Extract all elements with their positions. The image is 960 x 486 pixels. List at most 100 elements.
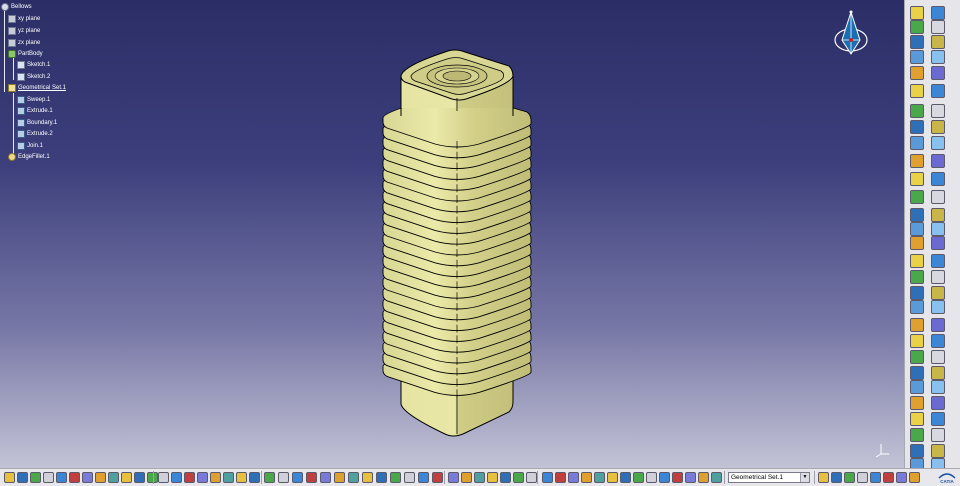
toolbar-tool-icon[interactable] bbox=[910, 154, 924, 168]
toolbar-command-icon[interactable] bbox=[896, 472, 907, 483]
toolbar-command-icon[interactable] bbox=[698, 472, 709, 483]
toolbar-command-icon[interactable] bbox=[171, 472, 182, 483]
toolbar-command-icon[interactable] bbox=[292, 472, 303, 483]
toolbar-command-icon[interactable] bbox=[348, 472, 359, 483]
toolbar-command-icon[interactable] bbox=[513, 472, 524, 483]
toolbar-command-icon[interactable] bbox=[659, 472, 670, 483]
toolbar-command-icon[interactable] bbox=[306, 472, 317, 483]
toolbar-tool-icon[interactable] bbox=[931, 104, 945, 118]
toolbar-command-icon[interactable] bbox=[594, 472, 605, 483]
toolbar-command-icon[interactable] bbox=[236, 472, 247, 483]
tree-node-yz-plane[interactable]: yz plane bbox=[8, 26, 40, 36]
toolbar-command-icon[interactable] bbox=[249, 472, 260, 483]
toolbar-command-icon[interactable] bbox=[17, 472, 28, 483]
toolbar-tool-icon[interactable] bbox=[931, 50, 945, 64]
toolbar-tool-icon[interactable] bbox=[910, 172, 924, 186]
toolbar-tool-icon[interactable] bbox=[931, 172, 945, 186]
toolbar-command-icon[interactable] bbox=[883, 472, 894, 483]
toolbar-command-icon[interactable] bbox=[607, 472, 618, 483]
toolbar-tool-icon[interactable] bbox=[931, 66, 945, 80]
toolbar-tool-icon[interactable] bbox=[910, 444, 924, 458]
toolbar-tool-icon[interactable] bbox=[931, 318, 945, 332]
tree-node-root[interactable]: Bellows bbox=[1, 2, 32, 12]
toolbar-tool-icon[interactable] bbox=[931, 236, 945, 250]
toolbar-command-icon[interactable] bbox=[500, 472, 511, 483]
toolbar-tool-icon[interactable] bbox=[931, 6, 945, 20]
toolbar-command-icon[interactable] bbox=[831, 472, 842, 483]
toolbar-command-icon[interactable] bbox=[474, 472, 485, 483]
tree-node-extrude-1[interactable]: Extrude.1 bbox=[17, 106, 53, 116]
toolbar-tool-icon[interactable] bbox=[910, 84, 924, 98]
toolbar-tool-icon[interactable] bbox=[910, 236, 924, 250]
toolbar-command-icon[interactable] bbox=[121, 472, 132, 483]
toolbar-command-icon[interactable] bbox=[461, 472, 472, 483]
toolbar-tool-icon[interactable] bbox=[910, 428, 924, 442]
toolbar-tool-icon[interactable] bbox=[910, 380, 924, 394]
toolbar-tool-icon[interactable] bbox=[910, 350, 924, 364]
toolbar-command-icon[interactable] bbox=[620, 472, 631, 483]
tree-node-sketch-2[interactable]: Sketch.2 bbox=[17, 72, 50, 82]
toolbar-tool-icon[interactable] bbox=[931, 270, 945, 284]
toolbar-command-icon[interactable] bbox=[672, 472, 683, 483]
toolbar-command-icon[interactable] bbox=[870, 472, 881, 483]
toolbar-tool-icon[interactable] bbox=[910, 190, 924, 204]
tree-node-zx-plane[interactable]: zx plane bbox=[8, 38, 40, 48]
toolbar-command-icon[interactable] bbox=[158, 472, 169, 483]
toolbar-tool-icon[interactable] bbox=[910, 334, 924, 348]
toolbar-tool-icon[interactable] bbox=[910, 66, 924, 80]
toolbar-command-icon[interactable] bbox=[197, 472, 208, 483]
toolbar-command-icon[interactable] bbox=[581, 472, 592, 483]
toolbar-tool-icon[interactable] bbox=[931, 208, 945, 222]
toolbar-command-icon[interactable] bbox=[223, 472, 234, 483]
toolbar-tool-icon[interactable] bbox=[931, 412, 945, 426]
toolbar-tool-icon[interactable] bbox=[910, 104, 924, 118]
toolbar-tool-icon[interactable] bbox=[931, 334, 945, 348]
toolbar-tool-icon[interactable] bbox=[910, 208, 924, 222]
toolbar-command-icon[interactable] bbox=[418, 472, 429, 483]
current-geometrical-set-select[interactable]: Geometrical Set.1 ▼ bbox=[728, 472, 810, 483]
toolbar-tool-icon[interactable] bbox=[931, 428, 945, 442]
toolbar-tool-icon[interactable] bbox=[910, 286, 924, 300]
toolbar-command-icon[interactable] bbox=[56, 472, 67, 483]
toolbar-tool-icon[interactable] bbox=[931, 35, 945, 49]
tree-node-geometrical-set[interactable]: Geometrical Set.1 bbox=[8, 83, 66, 93]
toolbar-tool-icon[interactable] bbox=[931, 254, 945, 268]
toolbar-command-icon[interactable] bbox=[818, 472, 829, 483]
toolbar-command-icon[interactable] bbox=[432, 472, 443, 483]
toolbar-command-icon[interactable] bbox=[404, 472, 415, 483]
toolbar-tool-icon[interactable] bbox=[910, 50, 924, 64]
toolbar-tool-icon[interactable] bbox=[931, 396, 945, 410]
toolbar-command-icon[interactable] bbox=[264, 472, 275, 483]
toolbar-command-icon[interactable] bbox=[542, 472, 553, 483]
tree-node-xy-plane[interactable]: xy plane bbox=[8, 14, 40, 24]
toolbar-tool-icon[interactable] bbox=[910, 412, 924, 426]
tree-node-join[interactable]: Join.1 bbox=[17, 141, 43, 151]
toolbar-command-icon[interactable] bbox=[646, 472, 657, 483]
toolbar-command-icon[interactable] bbox=[909, 472, 920, 483]
toolbar-command-icon[interactable] bbox=[69, 472, 80, 483]
toolbar-command-icon[interactable] bbox=[711, 472, 722, 483]
toolbar-tool-icon[interactable] bbox=[931, 84, 945, 98]
toolbar-tool-icon[interactable] bbox=[910, 300, 924, 314]
toolbar-command-icon[interactable] bbox=[526, 472, 537, 483]
toolbar-command-icon[interactable] bbox=[108, 472, 119, 483]
toolbar-command-icon[interactable] bbox=[95, 472, 106, 483]
toolbar-tool-icon[interactable] bbox=[910, 136, 924, 150]
toolbar-command-icon[interactable] bbox=[210, 472, 221, 483]
tree-node-partbody[interactable]: PartBody bbox=[8, 49, 43, 59]
toolbar-command-icon[interactable] bbox=[278, 472, 289, 483]
tree-node-edgefillet[interactable]: EdgeFillet.1 bbox=[8, 152, 50, 162]
toolbar-tool-icon[interactable] bbox=[910, 318, 924, 332]
tree-node-boundary[interactable]: Boundary.1 bbox=[17, 118, 57, 128]
tree-node-extrude-2[interactable]: Extrude.2 bbox=[17, 129, 53, 139]
toolbar-command-icon[interactable] bbox=[844, 472, 855, 483]
chevron-down-icon[interactable]: ▼ bbox=[800, 473, 809, 482]
toolbar-tool-icon[interactable] bbox=[931, 380, 945, 394]
toolbar-tool-icon[interactable] bbox=[910, 6, 924, 20]
toolbar-tool-icon[interactable] bbox=[910, 366, 924, 380]
toolbar-command-icon[interactable] bbox=[390, 472, 401, 483]
toolbar-tool-icon[interactable] bbox=[931, 366, 945, 380]
toolbar-command-icon[interactable] bbox=[134, 472, 145, 483]
toolbar-tool-icon[interactable] bbox=[931, 136, 945, 150]
toolbar-tool-icon[interactable] bbox=[931, 300, 945, 314]
